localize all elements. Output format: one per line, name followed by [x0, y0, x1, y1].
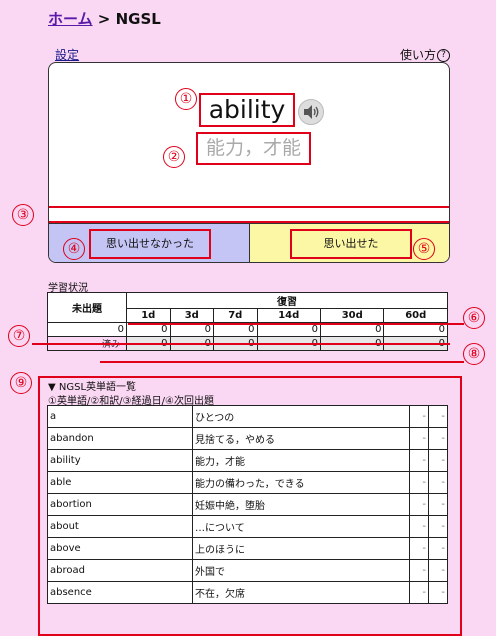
word-en: abortion [47, 493, 193, 516]
progress-bar [49, 206, 449, 223]
word-ja: …について [192, 515, 410, 538]
unasked-count: 0 [47, 322, 127, 337]
speaker-icon[interactable] [298, 99, 324, 125]
word-elapsed: - [409, 515, 429, 538]
word-next: - [428, 559, 448, 582]
word-row[interactable]: abandon 見捨てる，やめる - - [47, 427, 448, 450]
word-ja: 妊娠中絶，堕胎 [192, 493, 410, 516]
word-elapsed: - [409, 471, 429, 494]
marker-8: ⑧ [463, 343, 485, 365]
word-elapsed: - [409, 427, 429, 450]
word-row[interactable]: abortion 妊娠中絶，堕胎 - - [47, 493, 448, 516]
word-next: - [428, 405, 448, 428]
word-next: - [428, 427, 448, 450]
word-next: - [428, 471, 448, 494]
help-icon: ? [437, 49, 450, 62]
flashcard-word: ability [199, 93, 295, 127]
word-en: abroad [47, 559, 193, 582]
word-list-toggle[interactable]: ▼ NGSL英単語一覧 [48, 378, 136, 393]
interval-header: 1d [126, 308, 171, 323]
word-next: - [428, 581, 448, 604]
word-next: - [428, 449, 448, 472]
interval-header: 7d [213, 308, 258, 323]
word-row[interactable]: about …について - - [47, 515, 448, 538]
word-elapsed: - [409, 581, 429, 604]
word-ja: 能力，才能 [192, 449, 410, 472]
word-row[interactable]: absence 不在，欠席 - - [47, 581, 448, 604]
marker-7: ⑦ [8, 325, 30, 347]
word-elapsed: - [409, 449, 429, 472]
marker-6: ⑥ [463, 307, 485, 329]
word-elapsed: - [409, 405, 429, 428]
word-row[interactable]: ability 能力，才能 - - [47, 449, 448, 472]
interval-header: 3d [169, 308, 214, 323]
marker-3: ③ [12, 204, 34, 226]
word-en: ability [47, 449, 193, 472]
interval-header: 14d [256, 308, 321, 323]
word-next: - [428, 515, 448, 538]
word-ja: 能力の備わった，できる [192, 471, 410, 494]
marker-line-6 [128, 323, 464, 325]
marker-line-8 [100, 361, 464, 363]
word-row[interactable]: able 能力の備わった，できる - - [47, 471, 448, 494]
not-yet-header: 未出題 [47, 292, 127, 323]
word-elapsed: - [409, 559, 429, 582]
review-header: 復習 [126, 292, 448, 309]
word-ja: 不在，欠席 [192, 581, 410, 604]
word-next: - [428, 537, 448, 560]
marker-1: ① [175, 88, 197, 110]
marker-line-7 [32, 343, 450, 345]
word-en: abandon [47, 427, 193, 450]
word-en: about [47, 515, 193, 538]
word-ja: 上のほうに [192, 537, 410, 560]
marker-5: ⑤ [413, 238, 435, 260]
breadcrumb-separator: > [92, 10, 116, 28]
word-elapsed: - [409, 493, 429, 516]
marker-2: ② [163, 146, 185, 168]
remembered-button-label: 思い出せた [323, 237, 379, 250]
breadcrumb-current: NGSL [115, 10, 161, 28]
flashcard: ability 能力，才能 思い出せなかった 思い出せた [48, 62, 450, 263]
word-en: above [47, 537, 193, 560]
word-ja: 見捨てる，やめる [192, 427, 410, 450]
marker-9: ⑨ [10, 372, 32, 394]
word-next: - [428, 493, 448, 516]
flashcard-meaning: 能力，才能 [196, 132, 311, 165]
breadcrumb-home-link[interactable]: ホーム [48, 10, 93, 28]
word-row[interactable]: abroad 外国で - - [47, 559, 448, 582]
howto-label: 使い方 [399, 48, 436, 62]
word-en: absence [47, 581, 193, 604]
breadcrumb: ホーム > NGSL [48, 8, 161, 29]
forgot-button-label: 思い出せなかった [106, 237, 194, 250]
howto-link[interactable]: 使い方? [400, 46, 450, 63]
word-elapsed: - [409, 537, 429, 560]
settings-link[interactable]: 設定 [55, 46, 79, 63]
interval-header: 30d [319, 308, 385, 323]
word-en: able [47, 471, 193, 494]
interval-header: 60d [383, 308, 448, 323]
marker-4: ④ [63, 238, 85, 260]
word-ja: 外国で [192, 559, 410, 582]
word-row[interactable]: a ひとつの - - [47, 405, 448, 428]
word-en: a [47, 405, 193, 428]
word-row[interactable]: above 上のほうに - - [47, 537, 448, 560]
word-list-table: a ひとつの - - abandon 見捨てる，やめる - - ability 能力，才能 - - ab… [47, 405, 448, 604]
word-ja: ひとつの [192, 405, 410, 428]
